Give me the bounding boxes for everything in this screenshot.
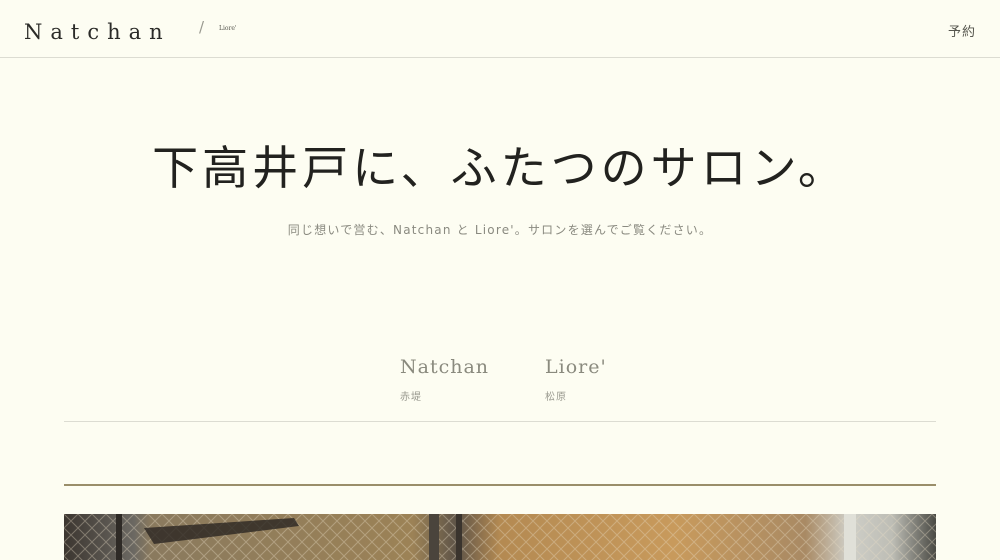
salon-tab-name: Natchan xyxy=(400,356,490,378)
hero-title: 下高井戸に、ふたつのサロン。 xyxy=(152,141,848,195)
salon-photo-image xyxy=(64,514,936,560)
hero-subtitle: 同じ想いで営む、Natchan と Liore'。サロンを選んでご覧ください。 xyxy=(287,223,713,237)
salon-tab-location: 赤堤 xyxy=(400,392,422,403)
logo-sub-brand[interactable]: Liore' xyxy=(219,25,237,32)
reserve-link[interactable]: 予約 xyxy=(948,21,976,40)
salon-tab-name: Liore' xyxy=(545,356,607,378)
salon-tab-natchan[interactable]: Natchan 赤堤 xyxy=(400,354,489,403)
site-header: Natchan / Liore' 予約 xyxy=(0,0,1000,58)
accent-line xyxy=(64,484,936,486)
salon-tab-location: 松原 xyxy=(545,392,567,403)
site-logo[interactable]: Natchan xyxy=(24,18,171,46)
tabs-divider xyxy=(64,421,936,422)
logo-separator: / xyxy=(199,18,205,36)
salon-photo xyxy=(64,514,936,560)
salon-tab-liore[interactable]: Liore' 松原 xyxy=(545,354,607,403)
